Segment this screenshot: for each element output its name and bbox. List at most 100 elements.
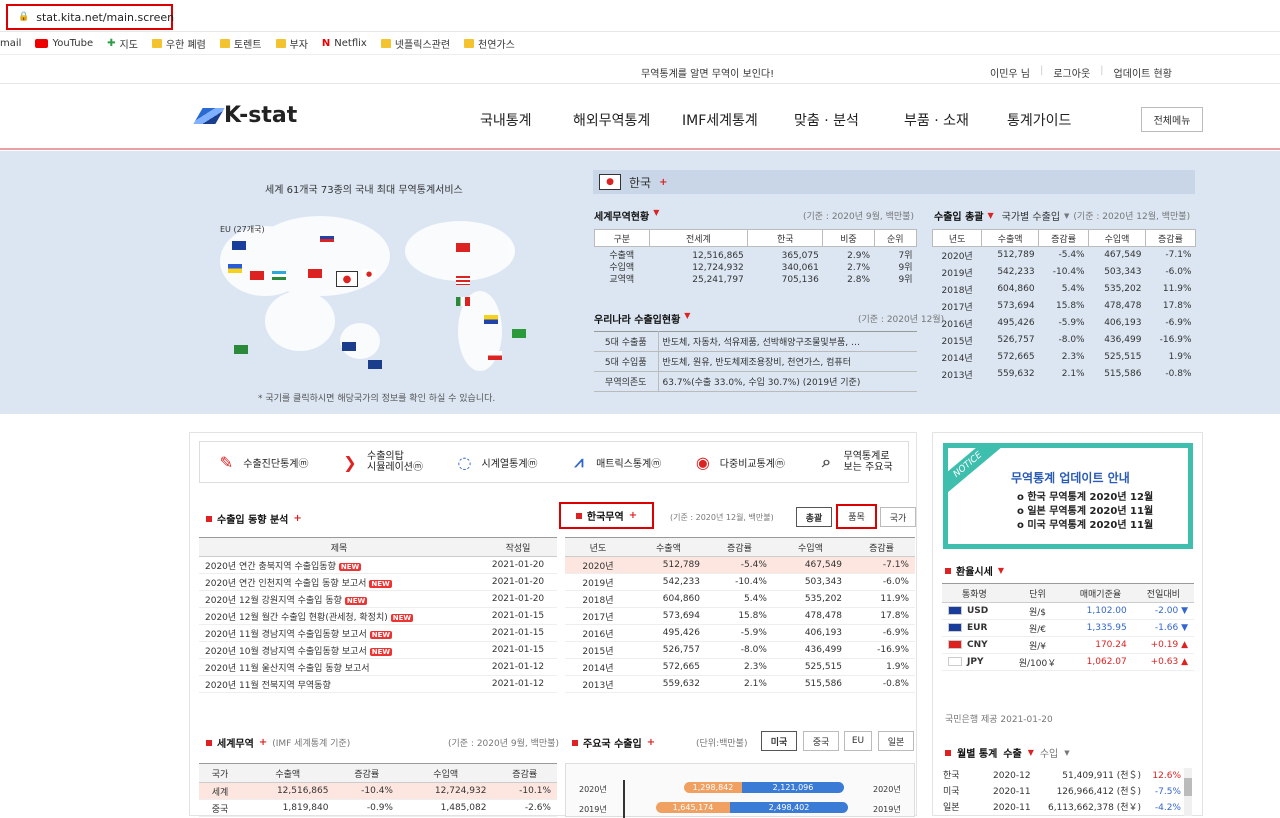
eu-flag-icon[interactable] <box>232 241 246 250</box>
table-row[interactable]: 2020년 10월 경남지역 수출입동향 보고서 NEW 2021-01-15 <box>199 641 557 659</box>
world-trade2-title[interactable]: 세계무역 + (IMF 세계통계 기준) <box>206 735 350 750</box>
quick-major-countries[interactable]: ⌕ 무역통계로 보는 주요국 <box>816 451 893 473</box>
table-row[interactable]: 2020년 11월 울산지역 수출입 동향 보고서 2021-01-12 <box>199 658 557 676</box>
uzbek-flag-icon[interactable] <box>272 271 286 280</box>
table-row[interactable]: 2017년 573,694 15.8% 478,478 17.8% <box>565 607 915 625</box>
table-row[interactable]: 2017년 573,694 15.8% 478,478 17.8% <box>933 298 1196 315</box>
table-row[interactable]: EUR 원/€ 1,335.95 -1.66 ▼ <box>942 619 1194 637</box>
tab-country[interactable]: 국가별 수출입 <box>1002 208 1060 223</box>
nav-custom[interactable]: 맞춤 · 분석 <box>794 110 904 130</box>
nav-overseas[interactable]: 해외무역통계 <box>573 110 682 130</box>
ukraine-flag-icon[interactable] <box>228 264 242 273</box>
bookmark-netflix[interactable]: N Netflix <box>322 38 367 49</box>
table-row[interactable]: 2015년 526,757 -8.0% 436,499 -16.9% <box>565 641 915 659</box>
tab-monthly-import[interactable]: 수입 <box>1040 745 1058 760</box>
nav-parts[interactable]: 부품 · 소재 <box>904 110 1007 130</box>
quick-compare[interactable]: ◉ 다중비교통계ⓜ <box>692 451 785 473</box>
list-item[interactable]: 일본 2020-11 6,113,662,378 (천￥) -4.2% <box>943 800 1183 816</box>
table-row[interactable]: 2020년 연간 인천지역 수출입 동향 보고서 NEW 2021-01-20 <box>199 573 557 591</box>
tab-usa[interactable]: 미국 <box>761 731 797 751</box>
tab-summary[interactable]: 총괄 <box>796 507 832 527</box>
table-row[interactable]: 2018년 604,860 5.4% 535,202 11.9% <box>565 590 915 608</box>
korea-flag-icon[interactable]: ● <box>336 271 358 287</box>
analysis-title[interactable]: 수출입 동향 분석 + <box>206 511 302 526</box>
nav-guide[interactable]: 통계가이드 <box>1007 110 1071 130</box>
bookmark-folder-4[interactable]: 넷플릭스관련 <box>380 36 450 51</box>
russia-flag-icon[interactable] <box>320 233 334 242</box>
bookmark-folder-1[interactable]: 우한 폐렴 <box>151 36 206 51</box>
notice-item[interactable]: o 일본 무역통계 2020년 11월 <box>1017 505 1153 519</box>
table-row[interactable]: 2013년 559,632 2.1% 515,586 -0.8% <box>565 675 915 693</box>
table-row[interactable]: 2019년 542,233 -10.4% 503,343 -6.0% <box>565 573 915 591</box>
analysis-row-title[interactable]: 2020년 10월 경남지역 수출입동향 보고서 <box>205 647 367 657</box>
notice-item[interactable]: o 미국 무역통계 2020년 11월 <box>1017 519 1153 533</box>
table-row[interactable]: JPY 원/100￥ 1,062.07 +0.63 ▲ <box>942 653 1194 671</box>
tab-monthly-export[interactable]: 수출 <box>1003 745 1021 760</box>
tab-china[interactable]: 중국 <box>803 731 839 751</box>
tab-country[interactable]: 국가 <box>880 507 916 527</box>
fx-title[interactable]: 환율시세 ▼ <box>945 563 1004 578</box>
bookmark-mail[interactable]: mail <box>0 38 21 49</box>
quick-export-tower[interactable]: ❯ 수출의탑 시뮬레이션ⓜ <box>339 451 423 473</box>
bookmark-folder-2[interactable]: 토렌트 <box>219 36 262 51</box>
analysis-row-title[interactable]: 2020년 12월 월간 수출입 현황(관세청, 확정치) <box>205 613 388 623</box>
tab-total[interactable]: 수출입 총괄 <box>934 208 983 223</box>
analysis-row-title[interactable]: 2020년 연간 인천지역 수출입 동향 보고서 <box>205 579 366 589</box>
china-flag-icon[interactable] <box>308 269 322 278</box>
table-row[interactable]: 2015년 526,757 -8.0% 436,499 -16.9% <box>933 332 1196 349</box>
notice-box[interactable]: NOTICE 무역통계 업데이트 안내 o 한국 무역통계 2020년 12월 … <box>943 443 1193 549</box>
table-row[interactable]: 2020년 11월 전북지역 무역동향 2021-01-12 <box>199 675 557 693</box>
analysis-row-title[interactable]: 2020년 11월 울산지역 수출입 동향 보고서 <box>205 664 370 674</box>
table-row[interactable]: USD 원/$ 1,102.00 -2.00 ▼ <box>942 602 1194 620</box>
bookmark-folder-5[interactable]: 천연가스 <box>464 36 515 51</box>
colombia-flag-icon[interactable] <box>484 315 498 324</box>
url-field[interactable]: 🔒 stat.kita.net/main.screen <box>6 4 174 30</box>
bookmark-folder-3[interactable]: 부자 <box>275 36 308 51</box>
analysis-row-title[interactable]: 2020년 12월 강원지역 수출입 동향 <box>205 596 342 606</box>
notice-item[interactable]: o 한국 무역통계 2020년 12월 <box>1017 491 1153 505</box>
table-row[interactable]: CNY 원/¥ 170.24 +0.19 ▲ <box>942 636 1194 654</box>
table-row[interactable]: 2020년 512,789 -5.4% 467,549 -7.1% <box>933 247 1196 264</box>
korea-trade-tab[interactable]: 한국무역 + <box>559 502 654 529</box>
world-trade-title[interactable]: 세계무역현황 ▼ <box>594 208 659 223</box>
table-row[interactable]: 2020년 12월 월간 수출입 현황(관세청, 확정치) NEW 2021-01-… <box>199 607 557 625</box>
table-row[interactable]: 2018년 604,860 5.4% 535,202 11.9% <box>933 281 1196 298</box>
table-row[interactable]: 2020년 연간 충북지역 수출입동향 NEW 2021-01-20 <box>199 556 557 574</box>
australia-flag-icon[interactable] <box>342 342 356 351</box>
safrica-flag-icon[interactable] <box>234 345 248 354</box>
bookmark-youtube[interactable]: YouTube <box>35 38 93 49</box>
table-row[interactable]: 2020년 12월 강원지역 수출입 동향 NEW 2021-01-20 <box>199 590 557 608</box>
table-row[interactable]: 2020년 512,789 -5.4% 467,549 -7.1% <box>565 556 915 574</box>
nav-imf[interactable]: IMF세계통계 <box>682 110 794 130</box>
tab-items[interactable]: 품목 <box>836 504 877 529</box>
logout-link[interactable]: 로그아웃 <box>1053 65 1090 80</box>
nz-flag-icon[interactable] <box>368 360 382 369</box>
table-row[interactable]: 2013년 559,632 2.1% 515,586 -0.8% <box>933 366 1196 383</box>
table-row[interactable]: 2014년 572,665 2.3% 525,515 1.9% <box>933 349 1196 366</box>
nav-domestic[interactable]: 국내통계 <box>480 110 573 130</box>
table-row[interactable]: 2019년 542,233 -10.4% 503,343 -6.0% <box>933 264 1196 281</box>
quick-matrix[interactable]: ⩘ 매트릭스통계ⓜ <box>568 451 662 473</box>
korea-trade-title[interactable]: 우리나라 수출입현황 ▼ <box>594 311 690 326</box>
quick-export-diagnosis[interactable]: ✎ 수출진단통계ⓜ <box>215 451 309 473</box>
analysis-row-title[interactable]: 2020년 11월 전북지역 무역동향 <box>205 681 331 691</box>
table-row[interactable]: 중국 1,819,840 -0.9% 1,485,082 -2.6% <box>199 799 557 817</box>
plus-icon[interactable]: + <box>659 177 667 188</box>
bookmark-maps[interactable]: ✚ 지도 <box>107 36 138 51</box>
table-row[interactable]: 세계 12,516,865 -10.4% 12,724,932 -10.1% <box>199 782 557 800</box>
analysis-row-title[interactable]: 2020년 11월 경남지역 수출입동향 보고서 <box>205 630 367 640</box>
turkey-flag-icon[interactable] <box>250 271 264 280</box>
table-row[interactable]: 2020년 11월 경남지역 수출입동향 보고서 NEW 2021-01-15 <box>199 624 557 642</box>
quick-timeseries[interactable]: ◌ 시계열통계ⓜ <box>454 451 538 473</box>
canada-flag-icon[interactable] <box>456 243 470 252</box>
tab-japan[interactable]: 일본 <box>878 731 914 751</box>
list-item[interactable]: 미국 2020-11 126,966,412 (천＄) -7.5% <box>943 784 1183 800</box>
table-row[interactable]: 2016년 495,426 -5.9% 406,193 -6.9% <box>933 315 1196 332</box>
major-title[interactable]: 주요국 수출입 + <box>572 735 655 750</box>
all-menu-button[interactable]: 전체메뉴 <box>1141 107 1203 132</box>
japan-flag-icon[interactable]: ● <box>362 269 376 278</box>
usa-flag-icon[interactable] <box>456 276 470 285</box>
scrollbar[interactable] <box>1184 768 1192 816</box>
mexico-flag-icon[interactable] <box>456 297 470 306</box>
table-row[interactable]: 2016년 495,426 -5.9% 406,193 -6.9% <box>565 624 915 642</box>
